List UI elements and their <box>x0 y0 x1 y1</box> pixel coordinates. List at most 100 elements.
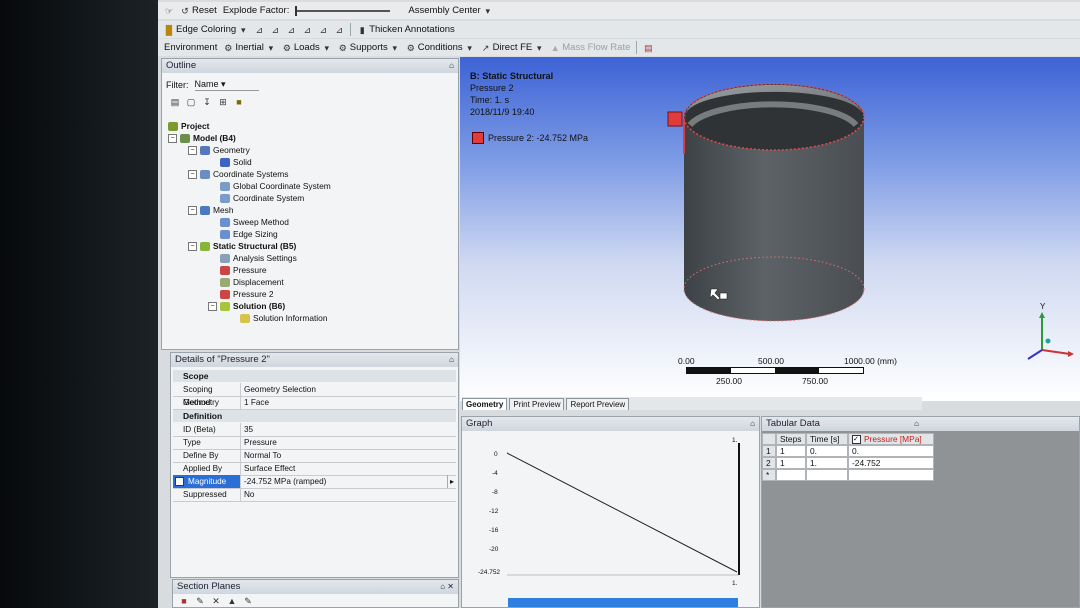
cell-steps[interactable]: 1 <box>776 457 806 469</box>
edge-style-5-icon[interactable]: ⊿ <box>318 25 328 35</box>
edge-style-2-icon[interactable]: ⊿ <box>270 25 280 35</box>
tree-item-mesh[interactable]: − Mesh <box>188 205 233 215</box>
column-header-time[interactable]: Time [s] <box>806 433 848 445</box>
section-scope[interactable]: Scope <box>173 370 456 382</box>
detail-row-define-by[interactable]: Define By Normal To <box>173 449 456 463</box>
supports-menu[interactable]: ⚙ Supports ▾ <box>338 42 400 53</box>
tree-item-pressure-2[interactable]: Pressure 2 <box>220 289 274 299</box>
pin-icon[interactable]: ⌂ <box>914 417 919 431</box>
column-header-pressure[interactable]: ✓ Pressure [MPa] <box>848 433 934 445</box>
assembly-center-dropdown[interactable]: Assembly Center ▾ <box>408 5 492 16</box>
inertial-menu[interactable]: ⚙ Inertial ▾ <box>223 42 276 53</box>
column-header-steps[interactable]: Steps <box>776 433 806 445</box>
geometry-icon <box>200 145 210 155</box>
cell-pressure[interactable]: -24.752 <box>848 457 934 469</box>
tab-report-preview[interactable]: Report Preview <box>566 398 630 410</box>
cylinder-model[interactable] <box>656 79 896 329</box>
tab-print-preview[interactable]: Print Preview <box>509 398 565 410</box>
tree-item-coordinate-systems[interactable]: − Coordinate Systems <box>188 169 288 179</box>
graph-title: Graph ⌂ <box>462 417 759 431</box>
cell-pressure[interactable]: 0. <box>848 445 934 457</box>
edge-style-4-icon[interactable]: ⊿ <box>302 25 312 35</box>
filter-dropdown[interactable]: Name ▾ <box>194 79 259 91</box>
tree-item-sweep-method[interactable]: Sweep Method <box>220 217 289 227</box>
tree-item-project[interactable]: Project <box>168 121 209 131</box>
magnitude-options-icon[interactable]: ▸ <box>447 475 456 488</box>
new-row-cell[interactable] <box>776 469 806 481</box>
info-icon <box>240 313 250 323</box>
detail-row-suppressed[interactable]: Suppressed No <box>173 488 456 502</box>
collapse-toggle[interactable]: − <box>188 241 197 251</box>
mass-flow-rate-button[interactable]: ▲ Mass Flow Rate <box>550 42 631 53</box>
tree-item-solution-information[interactable]: Solution Information <box>240 313 328 323</box>
worksheet-icon[interactable]: ▤ <box>643 43 653 53</box>
detail-row-magnitude[interactable]: Magnitude -24.752 MPa (ramped) ▸ <box>173 475 456 489</box>
separator <box>350 23 352 36</box>
close-icon[interactable]: ⌂ ✕ <box>440 580 454 594</box>
tree-item-coordinate-system[interactable]: Coordinate System <box>220 193 304 203</box>
collapse-toggle[interactable]: − <box>188 205 197 215</box>
graph-area: 0 -4 -8 -12 -16 -20 -24.752 1. 1. <box>462 435 759 607</box>
direct-fe-menu[interactable]: ↗ Direct FE ▾ <box>481 42 545 53</box>
tree-item-pressure[interactable]: Pressure <box>220 265 267 275</box>
plane-view-icon[interactable]: ✎ <box>243 596 253 606</box>
thicken-annotations-button[interactable]: ▮ Thicken Annotations <box>357 24 455 35</box>
loads-menu[interactable]: ⚙ Loads ▾ <box>282 42 332 53</box>
new-row-cell[interactable] <box>848 469 934 481</box>
cell-steps[interactable]: 1 <box>776 445 806 457</box>
collapse-toggle[interactable]: − <box>188 145 197 155</box>
tree-item-analysis-settings[interactable]: Analysis Settings <box>220 253 297 263</box>
new-plane-icon[interactable]: ■ <box>179 596 189 606</box>
pressure-checkbox[interactable]: ✓ <box>852 434 861 444</box>
edge-style-3-icon[interactable]: ⊿ <box>286 25 296 35</box>
cap-icon[interactable]: ▲ <box>227 596 237 606</box>
edge-coloring-icon: █ <box>165 24 173 35</box>
pin-icon[interactable]: ⌂ <box>750 417 755 431</box>
edit-plane-icon[interactable]: ✎ <box>195 596 205 606</box>
tree-item-global-coordinate-system[interactable]: Global Coordinate System <box>220 181 331 191</box>
edge-coloring-dropdown[interactable]: █ Edge Coloring ▾ <box>164 24 248 35</box>
tree-item-static-structural[interactable]: − Static Structural (B5) <box>188 241 296 251</box>
detail-row-scoping-method[interactable]: Scoping Method Geometry Selection <box>173 383 456 407</box>
reset-button[interactable]: ↺ Reset <box>180 5 217 16</box>
section-definition[interactable]: Definition <box>173 410 456 422</box>
axis-triad[interactable]: Y <box>1020 302 1080 362</box>
conditions-menu[interactable]: ⚙ Conditions ▾ <box>406 42 475 53</box>
cell-time[interactable]: 1. <box>806 457 848 469</box>
tree-item-geometry[interactable]: − Geometry <box>188 145 250 155</box>
detail-row-geometry[interactable]: Geometry 1 Face <box>173 396 456 410</box>
pressure-ramp-plot <box>506 443 740 576</box>
pin-icon[interactable]: ⌂ <box>449 59 454 73</box>
tree-item-model[interactable]: − Model (B4) <box>168 133 236 143</box>
new-row-cell[interactable] <box>806 469 848 481</box>
tree-item-edge-sizing[interactable]: Edge Sizing <box>220 229 278 239</box>
graphics-viewport[interactable]: B: Static Structural Pressure 2 Time: 1.… <box>460 57 1080 401</box>
explode-factor-slider[interactable] <box>295 5 391 16</box>
delete-plane-icon[interactable]: ✕ <box>211 596 221 606</box>
model-icon[interactable]: ■ <box>234 97 244 107</box>
collapse-toggle[interactable]: − <box>188 169 197 179</box>
detail-row-type[interactable]: Type Pressure <box>173 436 456 450</box>
tree-filter-icon[interactable]: ↧ <box>202 97 212 107</box>
magnitude-checkbox[interactable] <box>175 477 184 486</box>
time-scrollbar[interactable] <box>508 598 738 607</box>
edge-style-1-icon[interactable]: ⊿ <box>254 25 264 35</box>
edge-style-6-icon[interactable]: ⊿ <box>334 25 344 35</box>
model-icon <box>180 133 190 143</box>
environment-menu[interactable]: Environment <box>164 42 217 53</box>
collapse-toggle[interactable]: − <box>208 301 217 311</box>
detail-row-id[interactable]: ID (Beta) 35 <box>173 423 456 437</box>
tab-geometry[interactable]: Geometry <box>462 398 508 410</box>
pin-icon[interactable]: ⌂ <box>449 353 454 367</box>
tree-icon[interactable]: ☞ <box>164 6 174 16</box>
monitor-bezel <box>0 0 158 608</box>
collapse-icon[interactable]: ▢ <box>186 97 196 107</box>
collapse-toggle[interactable]: − <box>168 133 177 143</box>
expand-icon[interactable]: ▤ <box>170 97 180 107</box>
tree-item-solid[interactable]: Solid <box>220 157 252 167</box>
cell-time[interactable]: 0. <box>806 445 848 457</box>
expand-all-icon[interactable]: ⊞ <box>218 97 228 107</box>
detail-row-applied-by[interactable]: Applied By Surface Effect <box>173 462 456 476</box>
tree-item-displacement[interactable]: Displacement <box>220 277 284 287</box>
tree-item-solution[interactable]: − Solution (B6) <box>208 301 285 311</box>
